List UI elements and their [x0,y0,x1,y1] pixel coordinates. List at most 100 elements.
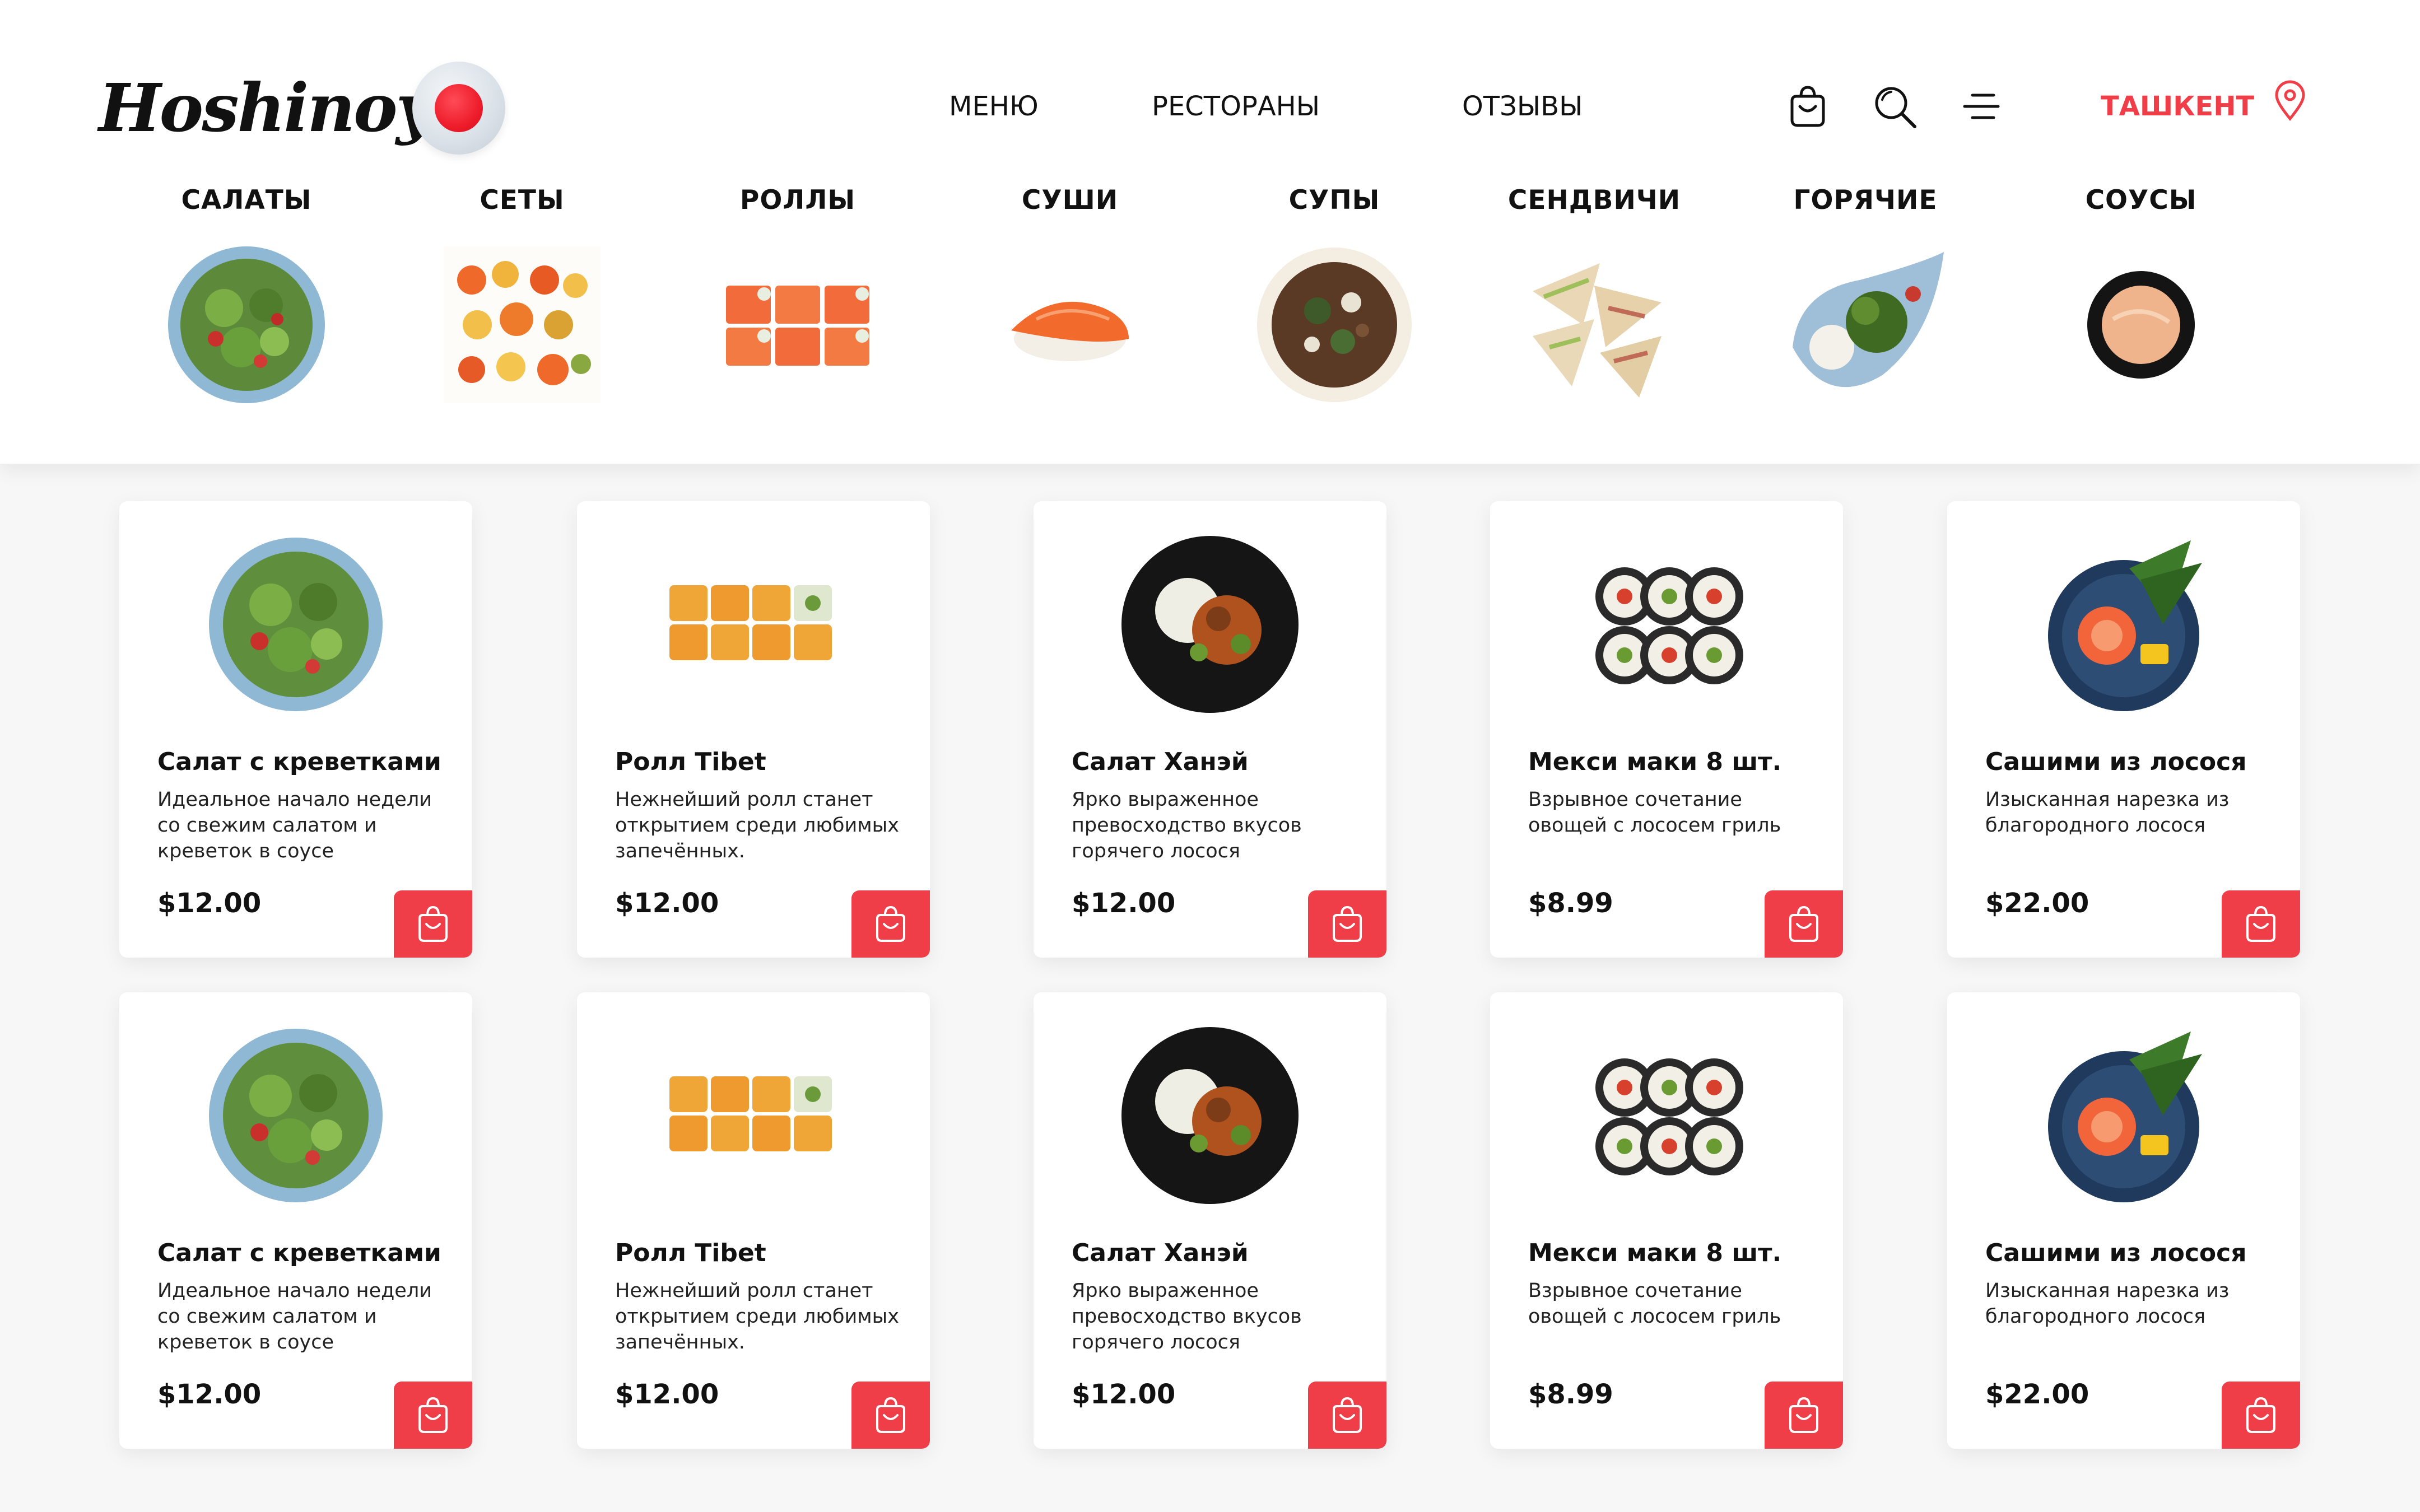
sandwiches-icon [1510,241,1678,409]
product-description: Ярко выраженное превосходство вкусов гор… [1072,788,1302,862]
product-card[interactable]: Мекси маки 8 шт. Взрывное сочетание овощ… [1490,992,1843,1449]
hot-dish-icon [1781,241,1949,409]
product-image [201,1020,391,1211]
add-to-cart-button[interactable] [394,1382,472,1449]
product-description: Идеальное начало недели со свежим салато… [157,788,432,862]
product-price: $12.00 [1072,888,1176,919]
salmon-rolls-icon [714,241,882,409]
product-card[interactable]: Салат с креветками Идеальное начало неде… [119,501,472,958]
header-area: Hoshinoya МЕНЮ РЕСТОРАНЫ ОТЗЫВЫ ТАШКЕНТ … [0,0,2420,464]
product-card[interactable]: Салат Ханэй Ярко выраженное превосходств… [1034,501,1386,958]
category-label: СОУСЫ [2085,185,2197,216]
product-description: Нежнейший ролл станет открытием среди лю… [615,788,899,862]
product-card[interactable]: Ролл Tibet Нежнейший ролл станет открыти… [577,992,930,1449]
add-to-cart-button[interactable] [851,1382,930,1449]
cart-icon [876,1397,905,1433]
japan-flag-icon [435,84,483,132]
cart-icon[interactable] [1784,83,1831,130]
category-sushi[interactable]: СУШИ [952,185,1188,448]
product-price: $12.00 [1072,1379,1176,1410]
product-image [2028,1020,2219,1211]
category-label: СЕТЫ [480,185,565,216]
product-image [1571,529,1762,720]
menu-icon[interactable] [1958,83,2005,130]
product-image [2028,529,2219,720]
product-title: Мекси маки 8 шт. [1528,1239,1782,1267]
category-label: СЕНДВИЧИ [1507,185,1681,216]
product-description: Идеальное начало недели со свежим салато… [157,1280,432,1354]
category-rolls[interactable]: РОЛЛЫ [680,185,915,448]
category-sets[interactable]: СЕТЫ [404,185,640,448]
category-hot-dishes[interactable]: ГОРЯЧИЕ [1748,185,1983,448]
add-to-cart-button[interactable] [2222,890,2300,958]
add-to-cart-button[interactable] [1765,890,1843,958]
product-price: $22.00 [1985,1379,2089,1410]
product-title: Сашими из лосося [1985,748,2247,776]
nav-menu-link[interactable]: МЕНЮ [949,90,1039,123]
add-to-cart-button[interactable] [394,890,472,958]
category-sandwiches[interactable]: СЕНДВИЧИ [1477,185,1712,448]
nav-restaurants-link[interactable]: РЕСТОРАНЫ [1152,90,1320,123]
nav-reviews-link[interactable]: ОТЗЫВЫ [1462,90,1583,123]
product-price: $12.00 [157,1379,262,1410]
product-price: $12.00 [615,1379,719,1410]
cart-icon [1789,906,1818,942]
product-title: Ролл Tibet [615,1239,766,1267]
product-title: Салат с креветками [157,1239,441,1267]
soup-bowl-icon [1250,241,1418,409]
category-label: СУШИ [1021,185,1119,216]
product-description: Изысканная нарезка из благородного лосос… [1985,788,2230,837]
category-label: РОЛЛЫ [739,185,856,216]
product-card[interactable]: Ролл Tibet Нежнейший ролл станет открыти… [577,501,930,958]
product-image [1115,529,1305,720]
cart-icon [418,1397,448,1433]
product-price: $8.99 [1528,888,1613,919]
category-sauces[interactable]: СОУСЫ [2023,185,2259,448]
product-card[interactable]: Салат с креветками Идеальное начало неде… [119,992,472,1449]
product-title: Ролл Tibet [615,748,766,776]
product-description: Нежнейший ролл станет открытием среди лю… [615,1280,899,1354]
product-title: Мекси маки 8 шт. [1528,748,1782,776]
product-title: Сашими из лосося [1985,1239,2247,1267]
product-card[interactable]: Сашими из лосося Изысканная нарезка из б… [1947,501,2300,958]
product-title: Салат Ханэй [1072,1239,1249,1267]
city-selector[interactable]: ТАШКЕНТ [2101,90,2254,123]
cart-icon [2246,906,2275,942]
product-price: $12.00 [157,888,262,919]
cart-icon [1333,1397,1362,1433]
add-to-cart-button[interactable] [1308,1382,1386,1449]
product-card[interactable]: Мекси маки 8 шт. Взрывное сочетание овощ… [1490,501,1843,958]
product-image [1115,1020,1305,1211]
logo[interactable]: Hoshinoya [99,66,476,150]
sauce-bowl-icon [2057,241,2225,409]
product-description: Взрывное сочетание овощей с лососем грил… [1528,788,1781,837]
category-label: САЛАТЫ [181,185,312,216]
add-to-cart-button[interactable] [851,890,930,958]
add-to-cart-button[interactable] [2222,1382,2300,1449]
location-pin-icon[interactable] [2269,80,2311,122]
product-card[interactable]: Салат Ханэй Ярко выраженное превосходств… [1034,992,1386,1449]
product-price: $8.99 [1528,1379,1613,1410]
cart-icon [876,906,905,942]
cart-icon [1333,906,1362,942]
salad-bowl-icon [162,241,331,409]
product-price: $22.00 [1985,888,2089,919]
product-price: $12.00 [615,888,719,919]
category-label: ГОРЯЧИЕ [1793,185,1938,216]
nigiri-icon [986,241,1154,409]
sushi-set-icon [438,241,606,409]
add-to-cart-button[interactable] [1765,1382,1843,1449]
product-description: Ярко выраженное превосходство вкусов гор… [1072,1280,1302,1354]
search-icon[interactable] [1871,83,1918,130]
language-switch-button[interactable] [412,62,505,155]
product-title: Салат с креветками [157,748,441,776]
category-soups[interactable]: СУПЫ [1217,185,1452,448]
category-salads[interactable]: САЛАТЫ [129,185,364,448]
product-description: Изысканная нарезка из благородного лосос… [1985,1280,2230,1328]
product-image [1571,1020,1762,1211]
cart-icon [1789,1397,1818,1433]
product-image [201,529,391,720]
category-label: СУПЫ [1288,185,1380,216]
add-to-cart-button[interactable] [1308,890,1386,958]
product-card[interactable]: Сашими из лосося Изысканная нарезка из б… [1947,992,2300,1449]
